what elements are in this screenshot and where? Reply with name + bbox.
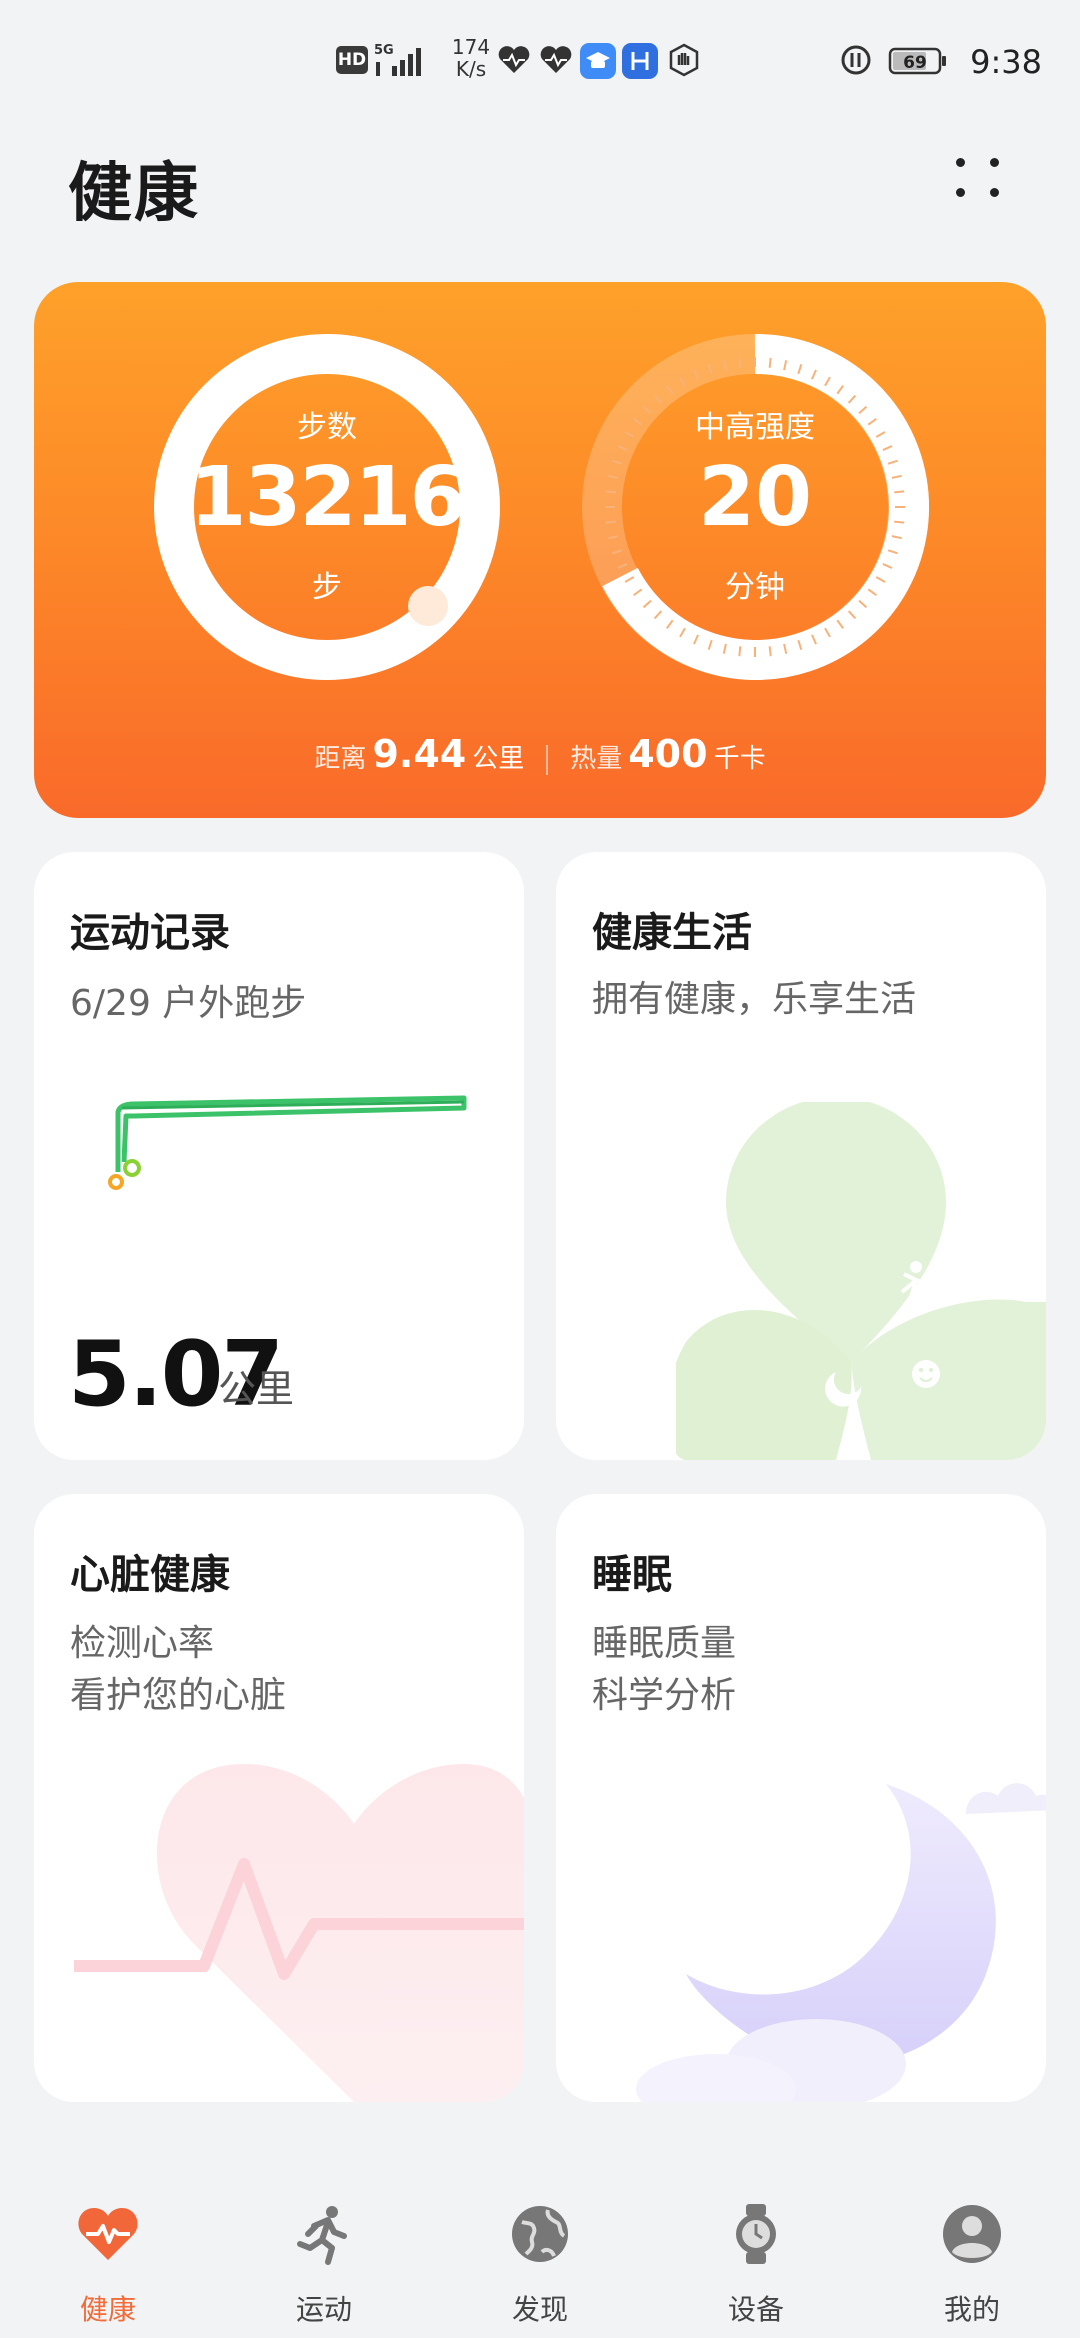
steps-label: 步数 (297, 410, 357, 445)
health-app-icon (622, 43, 658, 79)
clock-time: 9:38 (970, 43, 1042, 81)
moon-illustration (636, 1783, 1046, 2102)
nav-health[interactable]: 健康 (28, 2202, 188, 2332)
healthy-life-title: 健康生活 (592, 910, 752, 956)
heart-health-card[interactable]: 心脏健康 检测心率 看护您的心脏 (34, 1494, 524, 2102)
education-app-icon (580, 43, 616, 79)
clover-illustration (676, 1102, 1046, 1460)
network-type: 5G (374, 43, 394, 58)
sleep-card-line2: 科学分析 (592, 1675, 737, 1716)
nav-discover[interactable]: 发现 (460, 2202, 620, 2332)
more-grid-icon[interactable] (946, 148, 1010, 212)
net-speed: 174 K/s (442, 36, 500, 80)
hand-icon (664, 38, 704, 82)
distance-unit: 公里 (472, 744, 525, 774)
ring-tick (768, 357, 772, 368)
exercise-distance-unit: 公里 (218, 1367, 295, 1411)
steps-unit: 步 (312, 570, 342, 605)
distance-label: 距离 (314, 744, 367, 774)
intensity-value: 20 (697, 450, 813, 545)
calories-value: 400 (628, 732, 708, 776)
heart-card-line2: 看护您的心脏 (70, 1675, 287, 1716)
nav-devices-label: 设备 (727, 2293, 784, 2326)
ring-tick (738, 357, 742, 368)
status-bar: HD 5G 174 K/s 69 9:38 (0, 0, 1080, 120)
distance-value: 9.44 (372, 732, 467, 776)
intensity-unit: 分钟 (725, 570, 785, 605)
heart-card-title: 心脏健康 (70, 1552, 230, 1598)
steps-value: 13216 (189, 450, 466, 545)
globe-icon (512, 2206, 568, 2262)
divider (546, 744, 549, 775)
battery-icon: 69 (888, 46, 948, 76)
exercise-record-card[interactable]: 运动记录 6/29 户外跑步 5.07 公里 (34, 852, 524, 1460)
running-icon (297, 2206, 347, 2265)
net-speed-unit: K/s (455, 57, 487, 81)
profile-icon (943, 2205, 1001, 2263)
calories-label: 热量 (570, 744, 623, 774)
nav-devices[interactable]: 设备 (676, 2202, 836, 2332)
exercise-card-title: 运动记录 (70, 910, 230, 956)
data-saver-icon (836, 38, 876, 82)
heart-card-line1: 检测心率 (70, 1623, 215, 1664)
bottom-nav: 健康 运动 发现 设备 我的 (0, 2190, 1080, 2338)
nav-discover-label: 发现 (511, 2293, 568, 2326)
nav-me[interactable]: 我的 (892, 2202, 1052, 2332)
watch-icon (736, 2204, 776, 2264)
heart-pulse-icon (78, 2208, 138, 2260)
calories-unit: 千卡 (713, 744, 766, 774)
hd-badge: HD (336, 46, 368, 74)
heart-illustration (74, 1764, 524, 2102)
net-speed-value: 174 (451, 35, 491, 59)
sleep-card-title: 睡眠 (592, 1552, 672, 1598)
signal-icon: 5G (374, 38, 432, 82)
exercise-card-subtitle: 6/29 户外跑步 (70, 983, 307, 1024)
nav-exercise-label: 运动 (295, 2293, 352, 2326)
healthy-life-subtitle: 拥有健康，乐享生活 (592, 979, 917, 1020)
sleep-card-line1: 睡眠质量 (592, 1623, 737, 1664)
health-heart-icon-2 (536, 38, 576, 82)
activity-summary-card[interactable]: 步数 13216 步 中高强度 20 分钟 距离 9.44 公里 热量 400 千卡 (34, 282, 1046, 818)
ring-tick (738, 646, 742, 657)
activity-stats-row: 距离 9.44 公里 热量 400 千卡 (34, 732, 1046, 776)
nav-exercise[interactable]: 运动 (244, 2202, 404, 2332)
health-heart-icon (494, 38, 534, 82)
intensity-label: 中高强度 (695, 410, 815, 445)
sleep-card[interactable]: 睡眠 睡眠质量 科学分析 (556, 1494, 1046, 2102)
battery-level: 69 (903, 53, 927, 73)
run-route-map (108, 1095, 467, 1190)
healthy-life-card[interactable]: 健康生活 拥有健康，乐享生活 (556, 852, 1046, 1460)
nav-me-label: 我的 (943, 2293, 1000, 2326)
nav-health-label: 健康 (79, 2293, 136, 2326)
page-title: 健康 (68, 157, 200, 231)
ring-tick (768, 646, 772, 657)
